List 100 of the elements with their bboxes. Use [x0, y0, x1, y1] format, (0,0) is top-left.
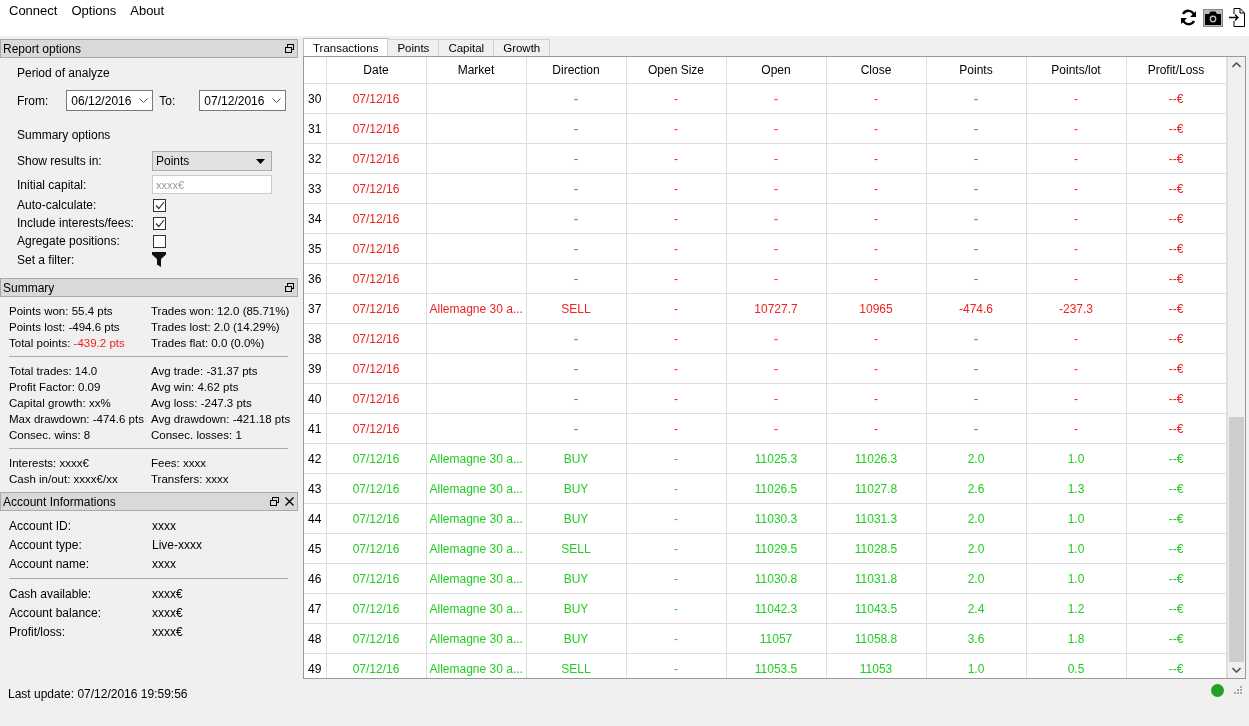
- table-cell: -: [926, 323, 1026, 354]
- table-cell: 07/12/16: [326, 353, 426, 384]
- field-label: Account type:: [9, 538, 83, 552]
- table-cell: -: [626, 413, 726, 444]
- row-number: 31: [304, 113, 326, 144]
- row-number: 34: [304, 203, 326, 234]
- menu-item[interactable]: About: [123, 3, 172, 18]
- table-cell: Allemagne 30 a...: [426, 503, 526, 534]
- table-cell: -: [1026, 83, 1126, 114]
- table-cell: 11030.8: [726, 563, 826, 594]
- table-cell: -: [626, 653, 726, 678]
- menu-item[interactable]: Connect: [2, 3, 65, 18]
- column-header[interactable]: Points: [926, 57, 1026, 84]
- table-cell: Allemagne 30 a...: [426, 593, 526, 624]
- checkbox[interactable]: [153, 198, 166, 212]
- table-cell: 11043.5: [826, 593, 926, 624]
- table-cell: -474.6: [926, 293, 1026, 324]
- table-cell: --€: [1126, 323, 1226, 354]
- column-header[interactable]: Profit/Loss: [1126, 57, 1226, 84]
- capital-field[interactable]: xxxx€: [152, 175, 272, 194]
- resize-grip-icon[interactable]: [1234, 686, 1242, 694]
- table-cell: 1.2: [1026, 593, 1126, 624]
- stat-text: Avg win: 4.62 pts: [151, 381, 240, 393]
- filter-icon[interactable]: [152, 252, 166, 267]
- section-heading: Summary options: [17, 128, 112, 142]
- table-cell: -: [1026, 113, 1126, 144]
- stat-text: Avg drawdown: -421.18 pts: [151, 413, 289, 425]
- checkbox[interactable]: [153, 234, 166, 248]
- table-cell: -: [626, 293, 726, 324]
- from-label: From:: [17, 93, 49, 108]
- date-picker[interactable]: 07/12/2016: [199, 90, 287, 111]
- table-cell: 1.0: [1026, 533, 1126, 564]
- stat-text: Consec. wins: 8: [9, 429, 92, 441]
- table-cell: -: [926, 263, 1026, 294]
- section-heading: Period of analyze: [17, 66, 111, 80]
- stat-text: Cash in/out: xxxx€/xx: [9, 473, 119, 485]
- field-label: Cash available:: [9, 587, 93, 601]
- tab[interactable]: Points: [387, 39, 440, 56]
- table-cell: BUY: [526, 563, 626, 594]
- tab[interactable]: Capital: [438, 39, 495, 56]
- field-label: Account balance:: [9, 606, 103, 620]
- table-cell: -: [726, 143, 826, 174]
- column-header[interactable]: Close: [826, 57, 926, 84]
- scroll-down-icon[interactable]: [1231, 667, 1241, 673]
- results-dropdown[interactable]: Points: [152, 151, 272, 171]
- table-cell: -: [926, 203, 1026, 234]
- menu-item[interactable]: Options: [64, 3, 124, 18]
- table-cell: -: [726, 413, 826, 444]
- setting-label: Initial capital:: [17, 177, 88, 192]
- tab[interactable]: Transactions: [303, 38, 389, 56]
- table-cell: -: [826, 413, 926, 444]
- table-cell: -: [626, 323, 726, 354]
- column-header[interactable]: Date: [326, 57, 426, 84]
- date-picker[interactable]: 06/12/2016: [66, 90, 154, 111]
- table-cell: Allemagne 30 a...: [426, 293, 526, 324]
- table-cell: 2.0: [926, 533, 1026, 564]
- tab[interactable]: Growth: [493, 39, 551, 56]
- export-icon[interactable]: [1229, 8, 1245, 27]
- column-header[interactable]: Direction: [526, 57, 626, 84]
- table-cell: 11025.3: [726, 443, 826, 474]
- table-cell: 07/12/16: [326, 113, 426, 144]
- table-cell: -: [1026, 413, 1126, 444]
- table-cell: -: [526, 203, 626, 234]
- table-cell: 11057: [726, 623, 826, 654]
- checkbox[interactable]: [153, 216, 166, 230]
- stat-text: Max drawdown: -474.6 pts: [9, 413, 145, 425]
- table-cell: -: [626, 263, 726, 294]
- field-label: Profit/loss:: [9, 625, 66, 639]
- table-cell: -: [826, 233, 926, 264]
- table-cell: -: [726, 203, 826, 234]
- table-cell: -: [526, 233, 626, 264]
- camera-icon[interactable]: [1203, 8, 1223, 27]
- table-cell: Allemagne 30 a...: [426, 623, 526, 654]
- table-cell: -: [626, 143, 726, 174]
- status-text: Last update: 07/12/2016 19:59:56: [7, 687, 189, 703]
- table-cell: 07/12/16: [326, 233, 426, 264]
- table-cell: --€: [1126, 653, 1226, 678]
- table-cell: -: [626, 443, 726, 474]
- restore-icon[interactable]: [270, 497, 279, 506]
- table-cell: -: [726, 353, 826, 384]
- table-cell: -: [726, 113, 826, 144]
- table-cell: -: [926, 353, 1026, 384]
- scroll-up-icon[interactable]: [1231, 62, 1241, 68]
- column-header[interactable]: Points/lot: [1026, 57, 1126, 84]
- table-cell: 1.0: [1026, 563, 1126, 594]
- column-header[interactable]: Open Size: [626, 57, 726, 84]
- restore-icon[interactable]: [285, 283, 294, 292]
- table-cell: -: [626, 173, 726, 204]
- panel-title: Summary: [3, 280, 55, 295]
- table-cell: -: [726, 173, 826, 204]
- column-header[interactable]: Market: [426, 57, 526, 84]
- table-cell: -: [626, 203, 726, 234]
- restore-icon[interactable]: [285, 44, 294, 53]
- close-icon[interactable]: [285, 497, 294, 506]
- scrollbar-thumb[interactable]: [1228, 417, 1244, 662]
- caret-icon: [256, 158, 265, 164]
- column-header[interactable]: Open: [726, 57, 826, 84]
- table-cell: 10965: [826, 293, 926, 324]
- table-cell: -: [826, 173, 926, 204]
- refresh-icon[interactable]: [1180, 9, 1197, 26]
